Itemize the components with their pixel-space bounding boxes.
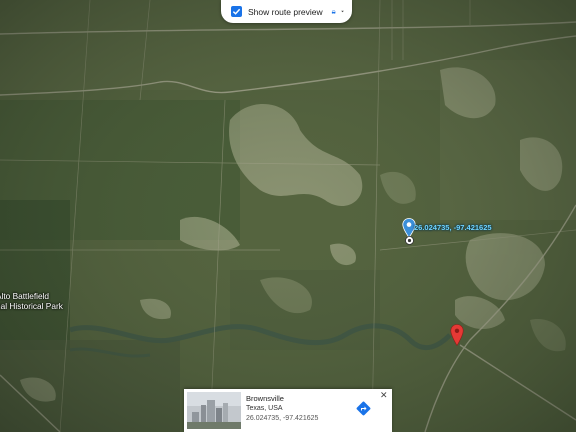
pin-coordinates-label: 26.024735, -97.421625 [414, 223, 492, 232]
destination-pin-icon[interactable] [450, 324, 464, 346]
close-icon[interactable]: ✕ [380, 391, 388, 400]
place-title: Brownsville [246, 394, 284, 403]
route-preview-label: Show route preview [248, 6, 323, 17]
satellite-map[interactable] [0, 0, 576, 432]
place-subtitle: Texas, USA [246, 405, 283, 412]
park-map-label: Alto Battlefield nal Historical Park [0, 291, 63, 311]
chevron-down-icon[interactable] [341, 9, 344, 14]
place-thumbnail[interactable] [187, 392, 241, 429]
route-preview-toggle[interactable]: Show route preview [221, 0, 352, 23]
place-coordinates: 26.024735, -97.421625 [246, 415, 319, 422]
directions-icon[interactable] [356, 401, 371, 416]
checkbox-checked-icon[interactable] [231, 6, 242, 17]
car-icon[interactable] [331, 7, 336, 17]
place-info-card[interactable]: Brownsville Texas, USA 26.024735, -97.42… [184, 389, 392, 432]
dropped-marker-icon[interactable] [405, 236, 414, 245]
